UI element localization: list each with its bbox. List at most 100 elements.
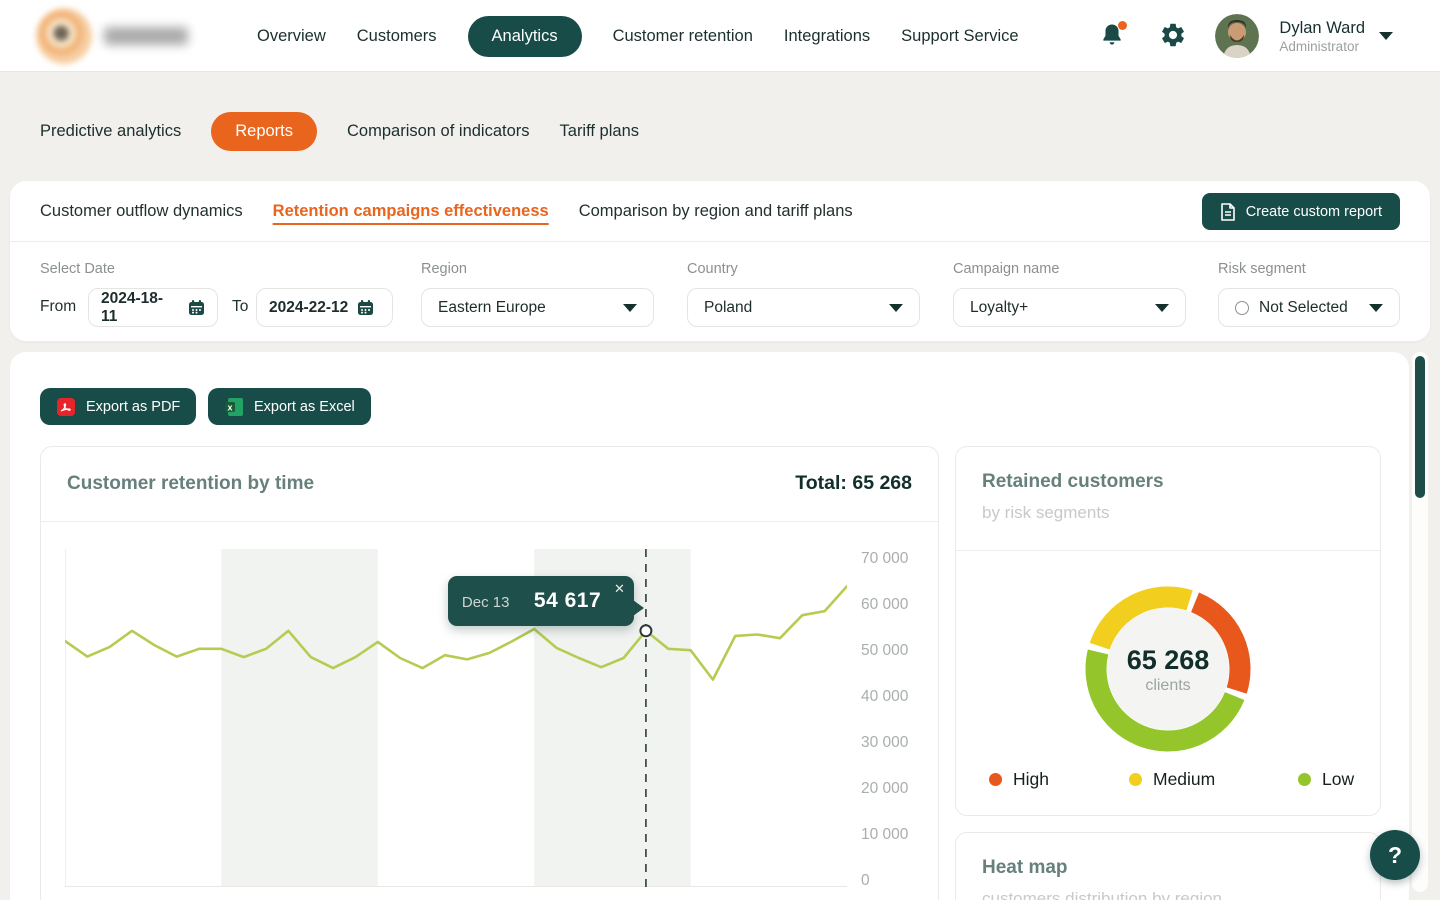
campaign-value: Loyalty+ — [970, 299, 1028, 317]
export-pdf-button[interactable]: Export as PDF — [40, 388, 196, 425]
report-content-card: Export as PDF x Export as Excel Customer… — [10, 352, 1409, 900]
date-from-input[interactable]: 2024-18-11 — [88, 288, 218, 327]
y-tick-label: 60 000 — [861, 596, 908, 614]
legend-label-low: Low — [1322, 769, 1354, 790]
donut-center-value: 65 268 — [1058, 645, 1278, 676]
help-button[interactable]: ? — [1370, 830, 1420, 880]
retained-header-divider — [956, 550, 1380, 551]
legend-label-medium: Medium — [1153, 769, 1215, 790]
chart-total: Total: 65 268 — [795, 472, 912, 495]
nav-item-integrations[interactable]: Integrations — [784, 27, 870, 46]
donut-center-label: clients — [1058, 677, 1278, 695]
region-label: Region — [421, 261, 467, 277]
header-actions: Dylan Ward Administrator — [1098, 0, 1440, 72]
report-type-tabs: Customer outflow dynamics Retention camp… — [40, 181, 853, 241]
country-label: Country — [687, 261, 738, 277]
notifications-button[interactable] — [1098, 21, 1128, 51]
nav-item-overview[interactable]: Overview — [257, 27, 326, 46]
legend-item-high: High — [989, 769, 1049, 790]
report-tab-customer-outflow[interactable]: Customer outflow dynamics — [40, 202, 243, 221]
heatmap-subtitle: customers distribution by region — [982, 889, 1222, 900]
user-menu-chevron-down-icon[interactable] — [1379, 32, 1393, 40]
line-chart-plot: Dec 13 54 617 ✕ — [65, 549, 847, 887]
legend-item-low: Low — [1298, 769, 1354, 790]
risk-segment-label: Risk segment — [1218, 261, 1306, 277]
y-tick-label: 20 000 — [861, 780, 908, 798]
excel-file-icon: x — [224, 397, 244, 417]
total-label: Total: — [795, 472, 847, 494]
document-icon — [1220, 203, 1236, 221]
chevron-down-icon — [1369, 304, 1383, 312]
medium-dot-icon — [1129, 773, 1142, 786]
scrollbar-thumb[interactable] — [1415, 356, 1425, 498]
high-dot-icon — [989, 773, 1002, 786]
report-tab-comparison-region-tariff[interactable]: Comparison by region and tariff plans — [579, 202, 853, 221]
user-role: Administrator — [1279, 39, 1365, 54]
export-excel-label: Export as Excel — [254, 399, 355, 415]
report-tab-retention-campaigns-active[interactable]: Retention campaigns effectiveness — [273, 202, 549, 221]
risk-segment-value: Not Selected — [1259, 299, 1348, 317]
chevron-down-icon — [889, 304, 903, 312]
chart-title: Customer retention by time — [67, 473, 314, 495]
user-name: Dylan Ward — [1279, 19, 1365, 38]
svg-text:x: x — [227, 402, 232, 412]
date-from-value: 2024-18-11 — [101, 290, 179, 326]
user-avatar[interactable] — [1215, 14, 1259, 58]
from-label: From — [40, 298, 76, 316]
risk-segment-select[interactable]: Not Selected — [1218, 288, 1400, 327]
date-to-value: 2024-22-12 — [269, 299, 348, 317]
settings-button[interactable] — [1159, 21, 1189, 51]
nav-item-customer-retention[interactable]: Customer retention — [613, 27, 753, 46]
country-value: Poland — [704, 299, 752, 317]
selected-point-marker[interactable] — [640, 625, 651, 636]
export-excel-button[interactable]: x Export as Excel — [208, 388, 371, 425]
tooltip-close-icon[interactable]: ✕ — [614, 582, 625, 595]
region-select[interactable]: Eastern Europe — [421, 288, 654, 327]
legend-label-high: High — [1013, 769, 1049, 790]
retention-by-time-card: Customer retention by time Total: 65 268… — [40, 446, 939, 900]
calendar-icon — [357, 299, 374, 316]
nav-item-support-service[interactable]: Support Service — [901, 27, 1018, 46]
tab-comparison-of-indicators[interactable]: Comparison of indicators — [347, 122, 530, 141]
heat-map-card: Heat map customers distribution by regio… — [955, 832, 1381, 900]
y-tick-label: 70 000 — [861, 550, 908, 568]
retained-customers-card: Retained customers by risk segments 65 2… — [955, 446, 1381, 816]
y-tick-label: 30 000 — [861, 734, 908, 752]
y-tick-label: 0 — [861, 872, 870, 890]
avatar-image — [1215, 14, 1259, 58]
country-select[interactable]: Poland — [687, 288, 920, 327]
report-filters-card: Customer outflow dynamics Retention camp… — [10, 181, 1430, 341]
risk-donut-chart: 65 268 clients — [1058, 559, 1278, 779]
date-to-input[interactable]: 2024-22-12 — [256, 288, 393, 327]
tab-reports-active[interactable]: Reports — [211, 112, 317, 151]
radio-unselected-icon — [1235, 301, 1249, 315]
select-date-label: Select Date — [40, 261, 115, 277]
y-tick-label: 40 000 — [861, 688, 908, 706]
create-custom-report-label: Create custom report — [1246, 204, 1382, 220]
nav-item-analytics-active[interactable]: Analytics — [468, 16, 582, 57]
campaign-name-label: Campaign name — [953, 261, 1059, 277]
scrollbar-track[interactable] — [1412, 352, 1428, 892]
nav-item-customers[interactable]: Customers — [357, 27, 437, 46]
main-nav: Overview Customers Analytics Customer re… — [257, 0, 1019, 72]
calendar-icon — [188, 299, 205, 316]
analytics-subnav: Predictive analytics Reports Comparison … — [40, 112, 639, 151]
y-tick-label: 10 000 — [861, 826, 908, 844]
tooltip-value: 54 617 — [534, 589, 601, 613]
region-value: Eastern Europe — [438, 299, 546, 317]
create-custom-report-button[interactable]: Create custom report — [1202, 193, 1400, 230]
legend-item-medium: Medium — [1129, 769, 1215, 790]
top-navbar: Overview Customers Analytics Customer re… — [0, 0, 1440, 72]
tab-tariff-plans[interactable]: Tariff plans — [560, 122, 640, 141]
heatmap-title: Heat map — [982, 857, 1068, 879]
chart-tooltip: Dec 13 54 617 ✕ — [448, 576, 634, 626]
low-dot-icon — [1298, 773, 1311, 786]
retained-title: Retained customers — [982, 471, 1164, 493]
tab-predictive-analytics[interactable]: Predictive analytics — [40, 122, 181, 141]
campaign-select[interactable]: Loyalty+ — [953, 288, 1186, 327]
to-label: To — [232, 298, 248, 316]
user-menu[interactable]: Dylan Ward Administrator — [1279, 19, 1365, 54]
filters-divider — [10, 241, 1430, 242]
tooltip-date: Dec 13 — [462, 594, 510, 611]
logo-mark-blurred-icon — [36, 8, 92, 64]
